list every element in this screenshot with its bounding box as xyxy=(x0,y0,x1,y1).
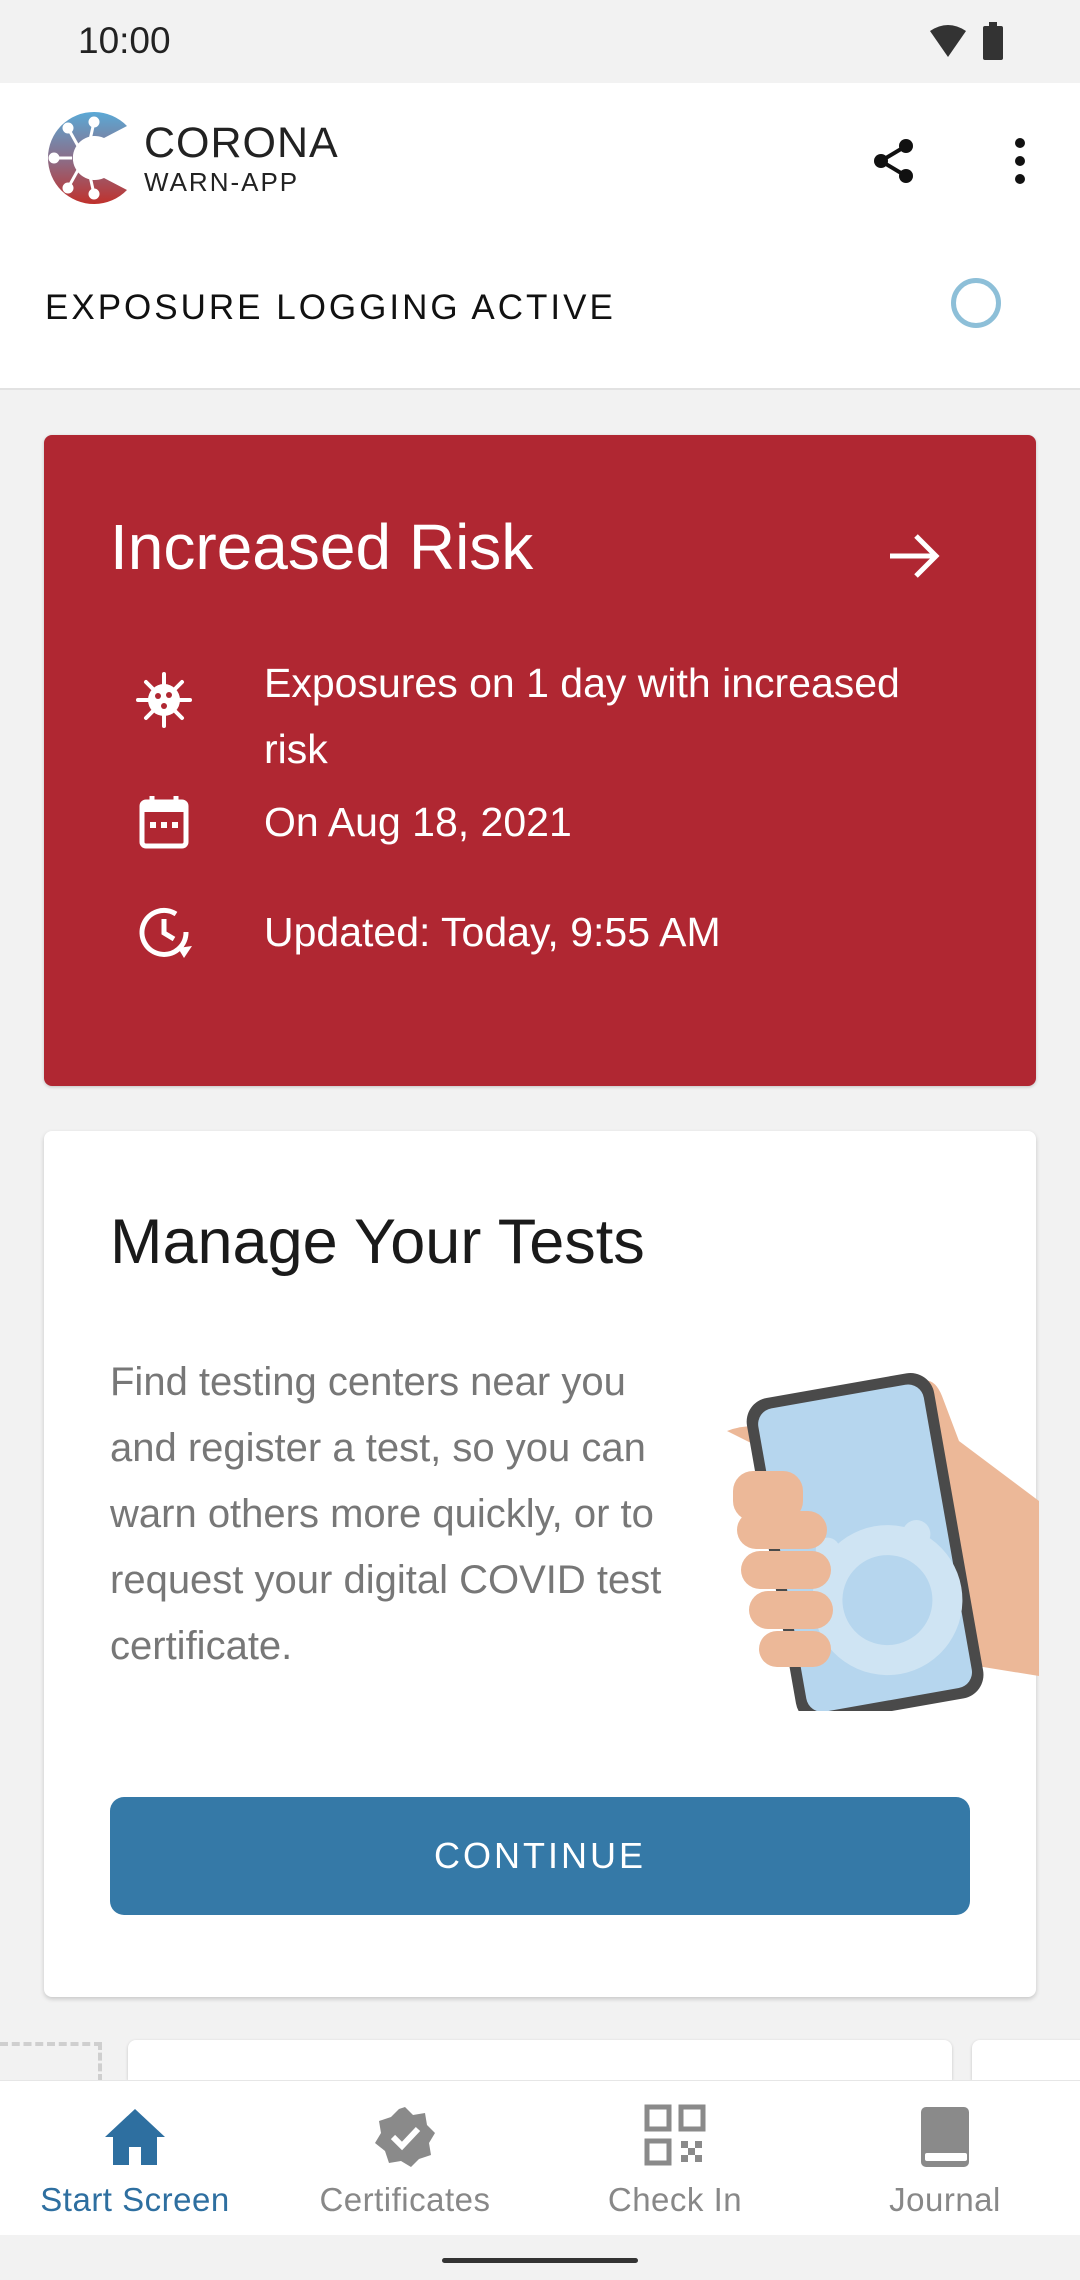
battery-icon xyxy=(983,22,1003,60)
carousel-peek-left xyxy=(0,2042,102,2082)
risk-card[interactable]: Increased Risk Exposures on 1 day with i… xyxy=(44,435,1036,1086)
bottom-navigation: Start Screen Certificates Check In Journ… xyxy=(0,2080,1080,2236)
qr-code-icon xyxy=(644,2104,706,2166)
exposure-logging-row[interactable]: EXPOSURE LOGGING ACTIVE xyxy=(45,276,1040,336)
manage-tests-card: Manage Your Tests Find testing centers n… xyxy=(44,1131,1039,1997)
certificate-badge-icon xyxy=(375,2107,435,2167)
next-card-peek[interactable] xyxy=(128,2040,952,2080)
nav-item-check-in[interactable]: Check In xyxy=(540,2081,810,2236)
nav-label-certificates: Certificates xyxy=(319,2181,491,2218)
corona-warn-app-logo-icon xyxy=(47,112,127,204)
nav-item-journal[interactable]: Journal xyxy=(810,2081,1080,2236)
home-icon xyxy=(105,2109,165,2165)
calendar-icon xyxy=(139,796,189,849)
nav-label-start-screen: Start Screen xyxy=(40,2181,230,2218)
status-bar: 10:00 xyxy=(0,0,1080,83)
phone-in-hand-illustration xyxy=(727,1372,1039,1711)
risk-updated-text: Updated: Today, 9:55 AM xyxy=(264,909,721,955)
risk-date-text: On Aug 18, 2021 xyxy=(264,799,572,845)
clock-update-icon xyxy=(139,907,192,958)
gesture-handle[interactable] xyxy=(442,2258,638,2263)
carousel-peek-right[interactable] xyxy=(972,2040,1080,2080)
app-logo: CORONA WARN-APP xyxy=(42,108,339,208)
nav-label-journal: Journal xyxy=(889,2181,1001,2218)
manage-tests-description: Find testing centers near you and regist… xyxy=(110,1360,662,1668)
logo-title: CORONA xyxy=(144,118,339,167)
status-time: 10:00 xyxy=(78,20,171,61)
virus-icon xyxy=(136,672,192,728)
status-icons xyxy=(928,22,1004,60)
nav-item-start-screen[interactable]: Start Screen xyxy=(0,2081,270,2236)
gesture-navigation-area xyxy=(0,2235,1080,2280)
app-header: CORONA WARN-APP EXPOSURE LOGGING ACTIVE xyxy=(0,83,1080,390)
nav-label-check-in: Check In xyxy=(607,2181,743,2218)
share-icon xyxy=(874,139,913,183)
wifi-icon xyxy=(930,25,966,57)
nav-item-certificates[interactable]: Certificates xyxy=(270,2081,540,2236)
exposure-logging-indicator-icon xyxy=(951,278,1001,328)
more-vertical-icon xyxy=(1015,138,1025,184)
logo-subtitle: WARN-APP xyxy=(144,166,300,197)
continue-button[interactable]: CONTINUE xyxy=(110,1797,970,1915)
risk-title: Increased Risk xyxy=(110,511,534,583)
arrow-right-icon xyxy=(890,534,940,578)
journal-book-icon xyxy=(921,2107,969,2167)
manage-tests-title: Manage Your Tests xyxy=(110,1207,645,1277)
share-button[interactable] xyxy=(868,135,920,187)
risk-exposures-text: Exposures on 1 day with increased risk xyxy=(264,660,900,772)
more-options-button[interactable] xyxy=(1002,135,1038,187)
exposure-logging-label: EXPOSURE LOGGING ACTIVE xyxy=(45,288,616,327)
